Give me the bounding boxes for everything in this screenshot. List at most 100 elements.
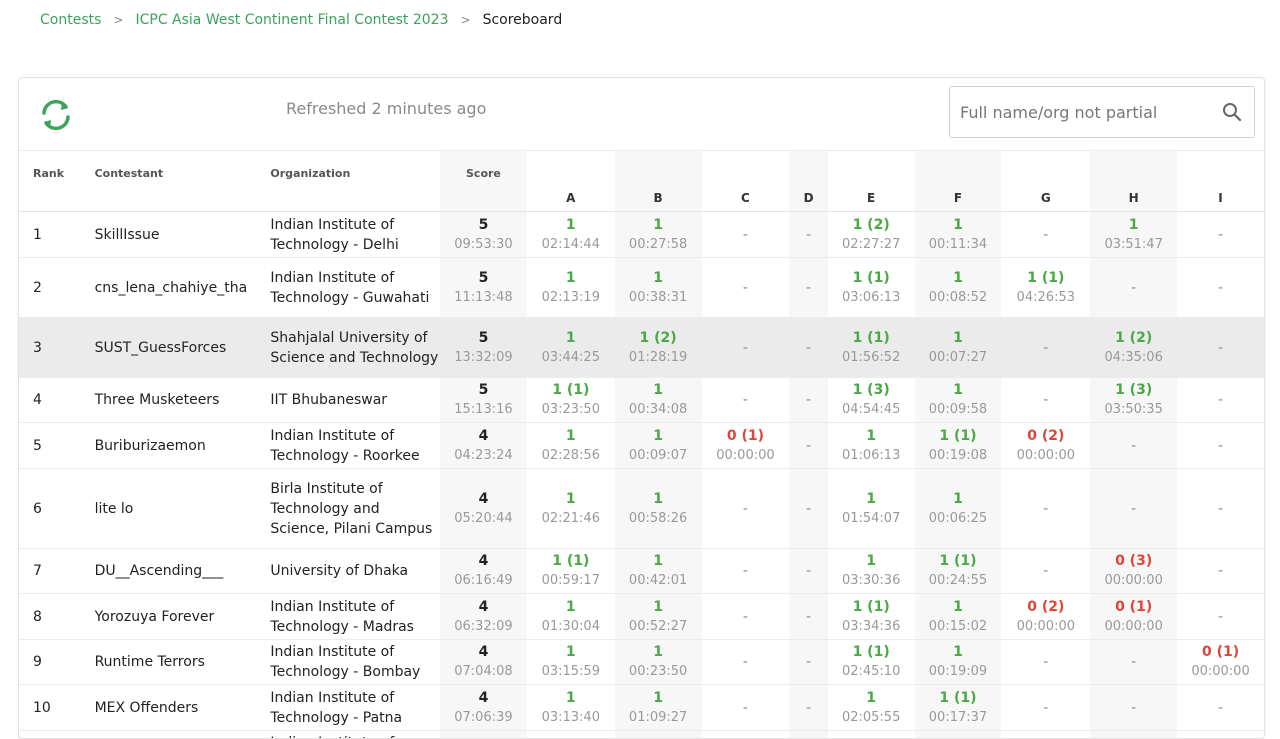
contestant-name[interactable] [81,731,271,739]
solved-result: 1 [615,642,702,662]
no-attempt-dash: - [743,654,748,670]
table-row[interactable]: 1SkillIssueIndian Institute of Technolog… [19,212,1264,258]
problem-c-cell: - [702,640,790,685]
problem-c-cell: - [702,378,790,423]
contestant-name[interactable]: MEX Offenders [81,685,271,731]
solved-result: 1 (1) [527,380,615,400]
problem-f-cell: 100:06:25 [915,469,1002,549]
problem-c-header[interactable]: C [702,151,790,212]
problem-g-header[interactable]: G [1001,151,1090,212]
table-row[interactable]: 10MEX OffendersIndian Institute of Techn… [19,685,1264,731]
no-attempt-dash: - [806,340,811,356]
problem-i-cell: - [1177,212,1264,258]
contestant-header[interactable]: Contestant [81,151,271,212]
solved-result: 1 [915,642,1002,662]
no-attempt-dash: - [1043,563,1048,579]
submission-time: 02:28:56 [527,446,615,466]
organization-name: Indian Institute of [270,731,440,739]
problem-f-cell: 1 (1)00:17:37 [915,685,1002,731]
submission-time: 03:51:47 [1090,235,1177,255]
problem-h-cell: - [1090,685,1177,731]
solved-result: 1 [527,426,615,446]
contestant-name[interactable]: DU__Ascending___ [81,549,271,594]
no-attempt-dash: - [806,563,811,579]
score-cell [440,731,527,739]
problem-b-cell: 101:09:27 [615,685,702,731]
problem-f-cell: 1 (1)00:19:08 [915,423,1002,469]
contestant-name[interactable]: cns_lena_chahiye_tha [81,258,271,318]
no-attempt-dash: - [1043,392,1048,408]
search-icon[interactable] [1222,102,1242,122]
submission-time: 03:34:36 [828,617,915,637]
table-row[interactable]: 7DU__Ascending___University of Dhaka406:… [19,549,1264,594]
table-row[interactable]: 9Runtime TerrorsIndian Institute of Tech… [19,640,1264,685]
problem-f-cell: 100:08:52 [915,258,1002,318]
problem-d-header[interactable]: D [789,151,827,212]
table-row[interactable]: 2cns_lena_chahiye_thaIndian Institute of… [19,258,1264,318]
rank-header[interactable]: Rank [19,151,81,212]
problem-h-header[interactable]: H [1090,151,1177,212]
contestant-name[interactable]: lite lo [81,469,271,549]
submission-time: 01:56:52 [828,348,915,368]
table-row[interactable]: 8Yorozuya ForeverIndian Institute of Tec… [19,594,1264,640]
table-row[interactable]: Indian Institute of [19,731,1264,739]
submission-time: 01:30:04 [527,617,615,637]
submission-time: 04:54:45 [828,400,915,420]
problem-b-header[interactable]: B [615,151,702,212]
submission-time: 02:21:46 [527,509,615,529]
organization-header[interactable]: Organization [270,151,440,212]
problem-f-header[interactable]: F [915,151,1002,212]
problem-e-cell: 101:54:07 [828,469,915,549]
problem-b-cell: 100:52:27 [615,594,702,640]
table-row[interactable]: 5BuriburizaemonIndian Institute of Techn… [19,423,1264,469]
problem-f-cell: 100:11:34 [915,212,1002,258]
problem-d-cell: - [789,318,827,378]
score-header[interactable]: Score [440,151,527,212]
table-row[interactable]: 4Three MusketeersIIT Bhubaneswar515:13:1… [19,378,1264,423]
no-attempt-dash: - [1043,340,1048,356]
contestant-name[interactable]: SUST_GuessForces [81,318,271,378]
contestant-name[interactable]: Runtime Terrors [81,640,271,685]
problem-c-cell: - [702,469,790,549]
no-attempt-dash: - [743,609,748,625]
refresh-icon[interactable] [37,96,75,134]
problem-e-cell: 1 (1)01:56:52 [828,318,915,378]
problem-i-header[interactable]: I [1177,151,1264,212]
problem-a-cell: 1 (1)03:23:50 [527,378,615,423]
submission-time: 04:35:06 [1090,348,1177,368]
problem-a-cell: 103:44:25 [527,318,615,378]
search-input[interactable] [950,87,1212,137]
problem-e-header[interactable]: E [828,151,915,212]
contestant-name[interactable]: Three Musketeers [81,378,271,423]
problem-a-header[interactable]: A [527,151,615,212]
breadcrumb: Contests > ICPC Asia West Continent Fina… [40,12,562,28]
submission-time: 01:54:07 [828,509,915,529]
submission-time: 02:14:44 [527,235,615,255]
contestant-name[interactable]: SkillIssue [81,212,271,258]
problem-e-cell: 101:06:13 [828,423,915,469]
problem-d-cell: - [789,378,827,423]
problem-g-cell: - [1001,378,1090,423]
table-row[interactable]: 6lite loBirla Institute of Technology an… [19,469,1264,549]
no-attempt-dash: - [743,227,748,243]
contestant-name[interactable]: Buriburizaemon [81,423,271,469]
breadcrumb-current: Scoreboard [483,12,563,28]
breadcrumb-contest-link[interactable]: ICPC Asia West Continent Final Contest 2… [135,12,448,28]
problem-i-cell: - [1177,685,1264,731]
penalty-time: 09:53:30 [440,235,527,255]
solved-count: 5 [440,380,527,400]
contestant-name[interactable]: Yorozuya Forever [81,594,271,640]
solved-result: 1 (1) [828,642,915,662]
solved-result: 1 (3) [828,380,915,400]
table-row[interactable]: 3SUST_GuessForcesShahjalal University of… [19,318,1264,378]
breadcrumb-contests-link[interactable]: Contests [40,12,101,28]
solved-result: 1 [615,489,702,509]
problem-f-cell [915,731,1002,739]
solved-result: 1 [915,328,1002,348]
problem-e-cell: 1 (1)02:45:10 [828,640,915,685]
problem-a-cell: 102:28:56 [527,423,615,469]
solved-count: 4 [440,642,527,662]
organization-name: Indian Institute of Technology - Delhi [270,212,440,258]
no-attempt-dash: - [806,227,811,243]
problem-g-cell: - [1001,685,1090,731]
